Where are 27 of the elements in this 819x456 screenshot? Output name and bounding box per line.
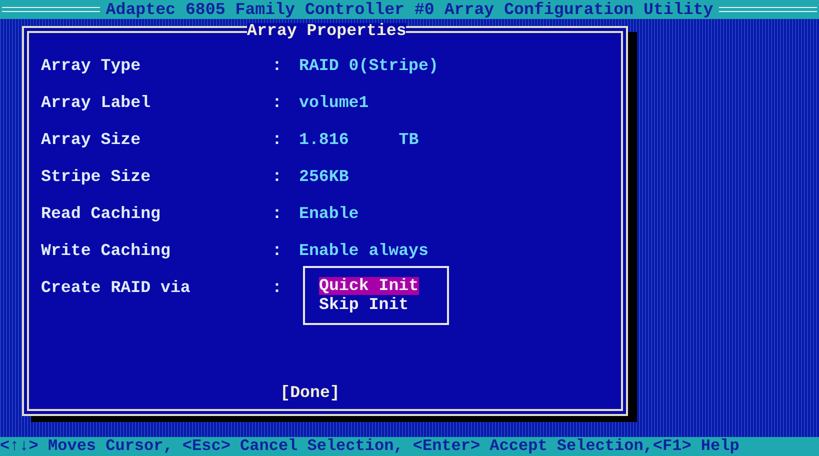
unit-label: TB bbox=[398, 129, 419, 151]
field-label: Stripe Size bbox=[41, 166, 152, 188]
separator: : bbox=[272, 92, 283, 114]
field-value: 1.816 bbox=[299, 129, 349, 151]
done-button[interactable]: [Done] bbox=[278, 382, 342, 404]
field-value: Enable bbox=[299, 203, 359, 225]
separator: : bbox=[272, 203, 283, 225]
separator: : bbox=[272, 166, 283, 188]
field-value: volume1 bbox=[299, 92, 369, 114]
field-label: Array Type bbox=[41, 55, 142, 77]
field-value: Enable always bbox=[299, 240, 428, 262]
separator: : bbox=[272, 129, 283, 151]
separator: : bbox=[272, 55, 283, 77]
menu-option[interactable]: Quick Init bbox=[319, 277, 419, 295]
window-title: Adaptec 6805 Family Controller #0 Array Configuration Utility bbox=[106, 0, 714, 19]
separator: : bbox=[272, 240, 283, 262]
field-label: Array Label bbox=[41, 92, 152, 114]
field-value: RAID 0(Stripe) bbox=[299, 55, 438, 77]
menu-option[interactable]: Skip Init bbox=[319, 296, 409, 314]
field-label: Array Size bbox=[41, 129, 142, 151]
field-label: Create RAID via bbox=[41, 277, 192, 299]
dialog-title: Array Properties bbox=[247, 23, 406, 39]
field-label: Read Caching bbox=[41, 203, 162, 225]
key-help-text: <↑↓> Moves Cursor, <Esc> Cancel Selection, <Enter> Accept Selection,<F1> Help bbox=[0, 437, 740, 456]
separator: : bbox=[272, 277, 283, 299]
field-value: 256KB bbox=[299, 166, 349, 188]
field-label: Write Caching bbox=[41, 240, 172, 262]
